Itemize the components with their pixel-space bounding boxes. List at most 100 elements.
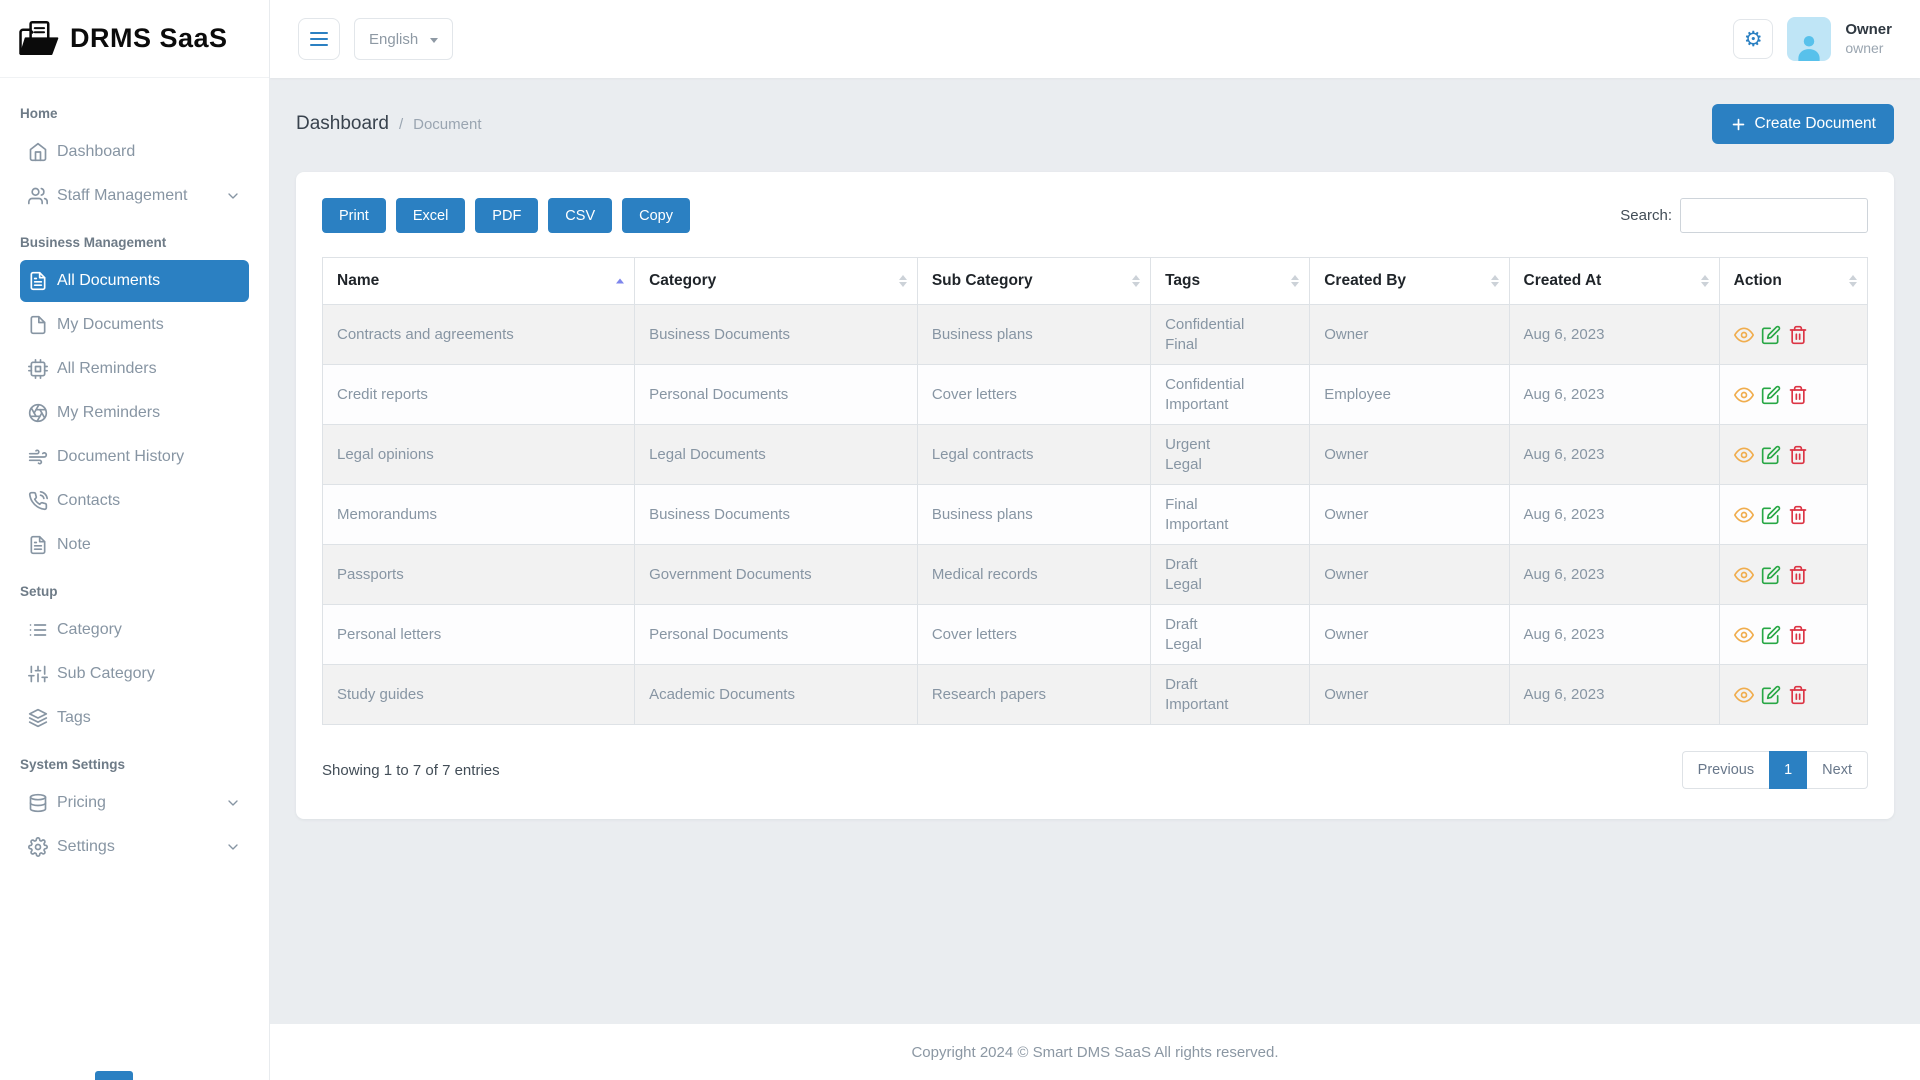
- sidebar-item-label: Note: [57, 536, 91, 553]
- cell-created-at: Aug 6, 2023: [1508, 424, 1720, 485]
- csv-button[interactable]: CSV: [548, 198, 613, 233]
- cell-created-by: Employee: [1309, 364, 1510, 425]
- sidebar-toggle-button[interactable]: [298, 18, 340, 60]
- column-label: Name: [337, 272, 380, 289]
- sidebar-item-all-reminders[interactable]: All Reminders: [20, 348, 249, 390]
- sidebar-section-business-management: Business Management: [20, 235, 167, 250]
- cell-tags: Final Important: [1150, 484, 1311, 545]
- sidebar-item-all-documents[interactable]: All Documents: [20, 260, 249, 302]
- language-dropdown[interactable]: English: [354, 18, 454, 60]
- column-header-created-by[interactable]: Created By: [1309, 257, 1510, 305]
- gear-icon: [28, 837, 48, 857]
- sidebar-item-dashboard[interactable]: Dashboard: [20, 131, 249, 173]
- edit-icon[interactable]: [1761, 685, 1781, 705]
- delete-icon[interactable]: [1788, 445, 1808, 465]
- edit-icon[interactable]: [1761, 385, 1781, 405]
- avatar[interactable]: [1787, 17, 1832, 61]
- sidebar-item-my-documents[interactable]: My Documents: [20, 304, 249, 346]
- view-icon[interactable]: [1734, 385, 1754, 405]
- cell-category: Government Documents: [634, 544, 918, 605]
- edit-icon[interactable]: [1761, 325, 1781, 345]
- view-icon[interactable]: [1734, 625, 1754, 645]
- cell-sub-category: Business plans: [916, 304, 1152, 365]
- users-icon: [28, 186, 48, 206]
- excel-button[interactable]: Excel: [395, 198, 466, 233]
- edit-icon[interactable]: [1761, 445, 1781, 465]
- table-row: Passports Government Documents Medical r…: [321, 544, 1869, 605]
- edit-icon[interactable]: [1761, 505, 1781, 525]
- sidebar-item-pricing[interactable]: Pricing: [20, 782, 249, 824]
- cell-created-by: Owner: [1309, 664, 1510, 725]
- sidebar-item-note[interactable]: Note: [20, 524, 249, 566]
- column-header-tags[interactable]: Tags: [1150, 257, 1311, 305]
- cell-name: Memorandums: [321, 484, 636, 545]
- sidebar-item-tags[interactable]: Tags: [20, 697, 249, 739]
- edit-icon[interactable]: [1761, 625, 1781, 645]
- sidebar-item-sub-category[interactable]: Sub Category: [20, 653, 249, 695]
- column-header-sub-category[interactable]: Sub Category: [916, 257, 1152, 305]
- column-header-category[interactable]: Category: [634, 257, 918, 305]
- column-header-created-at[interactable]: Created At: [1508, 257, 1720, 305]
- breadcrumb-dashboard[interactable]: Dashboard: [296, 113, 389, 135]
- file-icon: [28, 315, 48, 335]
- copyright-text: Copyright 2024 © Smart DMS SaaS All righ…: [911, 1043, 1279, 1061]
- table-row: Contracts and agreements Business Docume…: [321, 304, 1869, 365]
- previous-page-button[interactable]: Previous: [1681, 751, 1770, 789]
- sidebar-bottom-accent: [95, 1071, 133, 1080]
- view-icon[interactable]: [1734, 565, 1754, 585]
- delete-icon[interactable]: [1788, 565, 1808, 585]
- pagination: Previous 1 Next: [1681, 751, 1868, 789]
- delete-icon[interactable]: [1788, 385, 1808, 405]
- sidebar-item-staff-management[interactable]: Staff Management: [20, 175, 249, 217]
- user-role: owner: [1845, 39, 1884, 56]
- next-page-button[interactable]: Next: [1807, 751, 1868, 789]
- sort-asc-icon: [616, 278, 625, 284]
- pdf-button[interactable]: PDF: [475, 198, 539, 233]
- sidebar-item-settings[interactable]: Settings: [20, 826, 249, 868]
- print-button[interactable]: Print: [322, 198, 386, 233]
- sidebar-item-my-reminders[interactable]: My Reminders: [20, 392, 249, 434]
- cell-sub-category: Medical records: [916, 544, 1152, 605]
- table-row: Legal opinions Legal Documents Legal con…: [321, 424, 1869, 485]
- app-name: DRMS SaaS: [70, 23, 228, 53]
- sidebar-nav: Home Dashboard Staff Management Business…: [0, 78, 269, 870]
- documents-table: Name Category Sub Category Tags Created …: [321, 257, 1869, 725]
- cell-category: Legal Documents: [634, 424, 918, 485]
- delete-icon[interactable]: [1788, 505, 1808, 525]
- export-buttons: Print Excel PDF CSV Copy: [322, 198, 690, 233]
- view-icon[interactable]: [1734, 685, 1754, 705]
- user-info[interactable]: Owner owner: [1845, 21, 1892, 57]
- app-logo[interactable]: DRMS SaaS: [0, 0, 269, 78]
- aperture-icon: [28, 403, 48, 423]
- cell-name: Credit reports: [321, 364, 636, 425]
- edit-icon[interactable]: [1761, 565, 1781, 585]
- page-content: Dashboard / Document Create Document Pri…: [270, 78, 1920, 1024]
- settings-button[interactable]: ⚙: [1733, 19, 1774, 59]
- cell-created-by: Owner: [1309, 544, 1510, 605]
- cell-tags: Confidential Final: [1150, 304, 1311, 365]
- sidebar-item-category[interactable]: Category: [20, 609, 249, 651]
- delete-icon[interactable]: [1788, 325, 1808, 345]
- cell-tags: Draft Legal: [1150, 604, 1311, 665]
- view-icon[interactable]: [1734, 325, 1754, 345]
- delete-icon[interactable]: [1788, 685, 1808, 705]
- view-icon[interactable]: [1734, 505, 1754, 525]
- view-icon[interactable]: [1734, 445, 1754, 465]
- column-header-name[interactable]: Name: [321, 257, 636, 305]
- copy-button[interactable]: Copy: [622, 198, 690, 233]
- sort-icon: [1849, 275, 1857, 287]
- sidebar-item-label: All Reminders: [57, 360, 157, 377]
- create-document-button[interactable]: Create Document: [1711, 104, 1894, 144]
- sidebar-section-home: Home: [20, 106, 58, 121]
- documents-card: Print Excel PDF CSV Copy Search: Name Ca…: [296, 172, 1894, 819]
- sidebar-item-document-history[interactable]: Document History: [20, 436, 249, 478]
- hamburger-icon: [310, 31, 328, 47]
- delete-icon[interactable]: [1788, 625, 1808, 645]
- search-input[interactable]: [1680, 198, 1868, 233]
- sidebar-item-contacts[interactable]: Contacts: [20, 480, 249, 522]
- cell-name: Legal opinions: [321, 424, 636, 485]
- cell-category: Personal Documents: [634, 604, 918, 665]
- column-header-action[interactable]: Action: [1718, 257, 1869, 305]
- sidebar-item-label: Contacts: [57, 492, 121, 509]
- page-number-button[interactable]: 1: [1769, 751, 1808, 789]
